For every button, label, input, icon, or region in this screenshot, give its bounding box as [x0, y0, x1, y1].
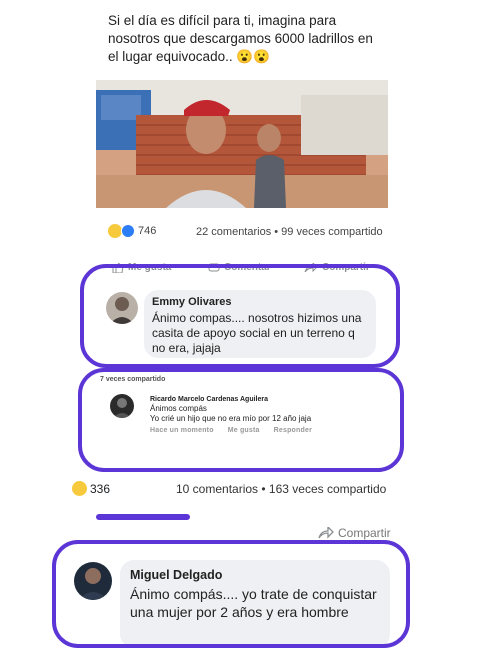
reaction-count: 746 — [138, 225, 157, 237]
reaction-summary[interactable]: 746 — [108, 224, 156, 238]
post-photo[interactable] — [96, 80, 388, 208]
post-text: Si el día es difícil para ti, imagina pa… — [108, 13, 373, 64]
reaction-summary[interactable]: 336 — [72, 481, 110, 496]
post-stats[interactable]: 10 comentarios • 163 veces compartido — [176, 482, 386, 496]
reaction-count: 336 — [90, 481, 111, 496]
photo-illustration — [96, 80, 388, 208]
like-reaction-icon — [121, 224, 135, 238]
share-action[interactable]: Compartir — [318, 526, 391, 540]
share-label: Compartir — [338, 526, 391, 540]
highlight-outline — [80, 264, 400, 368]
share-icon — [318, 527, 334, 539]
haha-reaction-icon — [108, 224, 122, 238]
post-stats[interactable]: 22 comentarios • 99 veces compartido — [196, 226, 383, 238]
highlight-stroke — [96, 514, 190, 520]
haha-reaction-icon — [72, 481, 87, 496]
highlight-outline — [52, 540, 410, 648]
highlight-outline — [78, 368, 404, 472]
